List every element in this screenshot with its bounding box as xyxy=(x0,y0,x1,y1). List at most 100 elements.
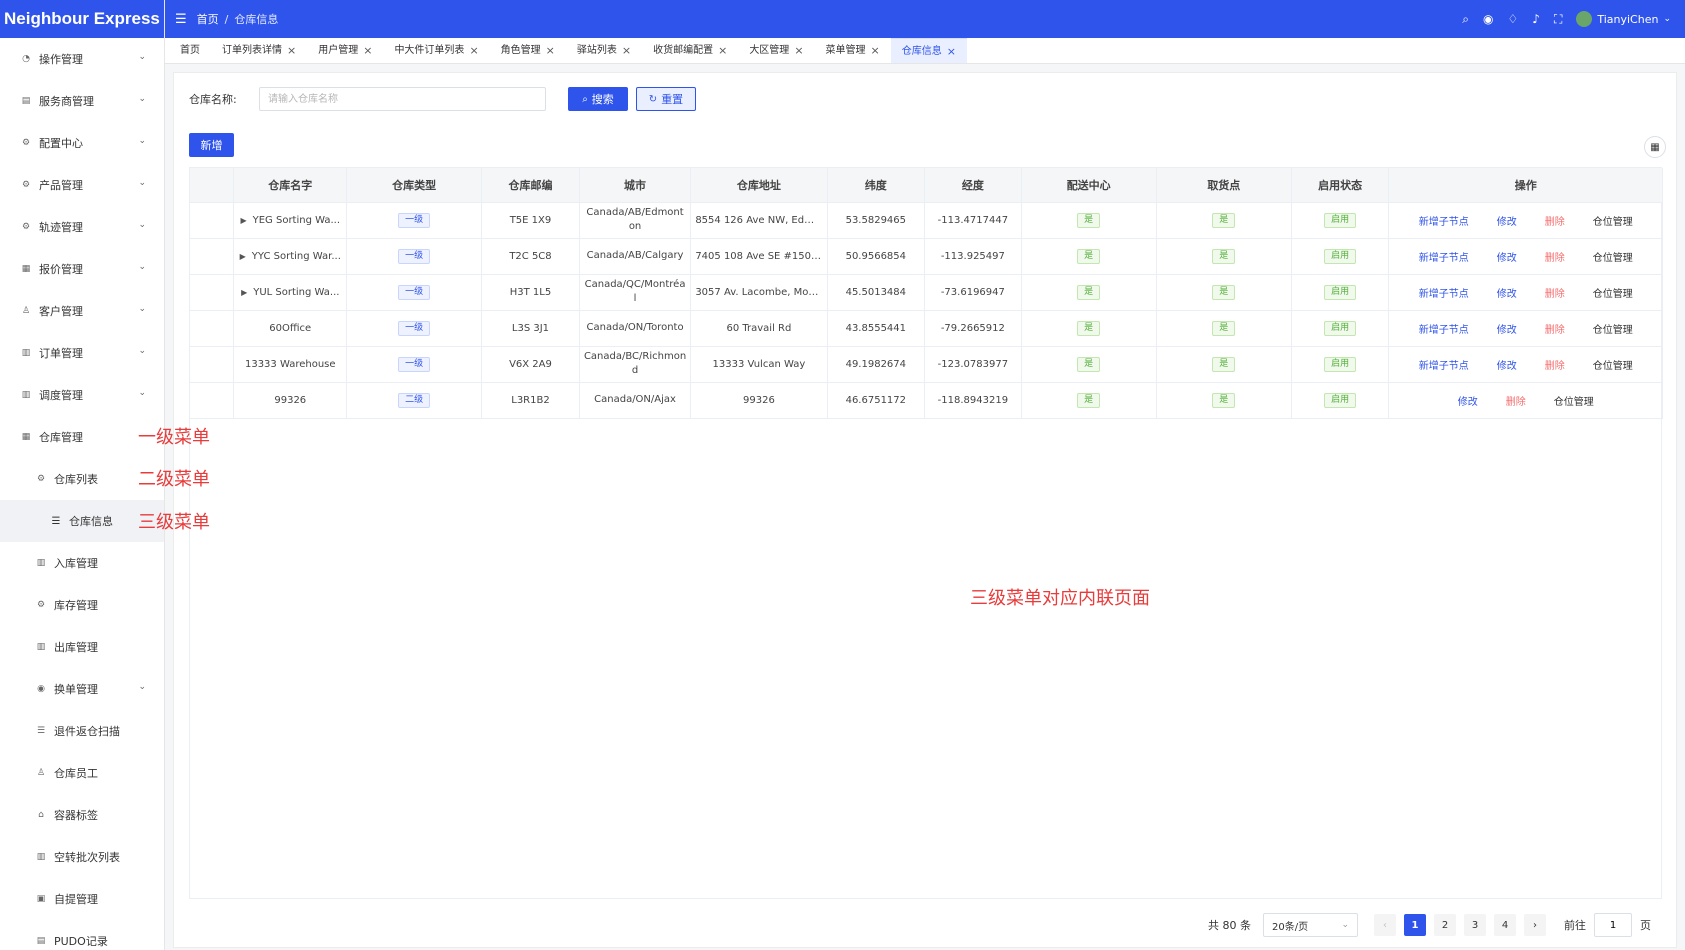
sidebar-item[interactable]: ⚙ 库存管理 xyxy=(0,584,164,626)
page-number-button[interactable]: 3 xyxy=(1464,914,1486,936)
close-icon[interactable]: × xyxy=(794,38,803,63)
tab-label: 用户管理 xyxy=(318,45,359,56)
slot-management-button[interactable]: 仓位管理 xyxy=(1593,249,1633,264)
column-settings-icon[interactable]: ▦ xyxy=(1644,136,1666,158)
close-icon[interactable]: × xyxy=(546,38,555,63)
sidebar-item[interactable]: ▥ 订单管理 ⌄ xyxy=(0,332,164,374)
edit-button[interactable]: 修改 xyxy=(1497,285,1517,300)
tab[interactable]: 菜单管理 × xyxy=(815,38,891,63)
search-icon[interactable]: ⌕ xyxy=(1462,12,1469,27)
sidebar-item[interactable]: ▥ 出库管理 xyxy=(0,626,164,668)
sidebar-item[interactable]: ☰ 退件返仓扫描 xyxy=(0,710,164,752)
search-button[interactable]: ⌕ 搜索 xyxy=(568,87,628,111)
edit-button[interactable]: 修改 xyxy=(1497,213,1517,228)
tab[interactable]: 首页 xyxy=(169,38,211,63)
tab[interactable]: 驿站列表 × xyxy=(566,38,642,63)
sidebar-item[interactable]: ⚙ 产品管理 ⌄ xyxy=(0,164,164,206)
warehouse-type-tag: 一级 xyxy=(398,284,431,300)
gear-icon: ⚙ xyxy=(21,222,31,232)
tab[interactable]: 仓库信息 × xyxy=(890,38,967,64)
edit-button[interactable]: 修改 xyxy=(1497,249,1517,264)
add-child-node-button[interactable]: 新增子节点 xyxy=(1419,321,1469,336)
user-menu[interactable]: TianyiChen ⌄ xyxy=(1576,11,1671,27)
sidebar-item[interactable]: ♙ 仓库员工 xyxy=(0,752,164,794)
sidebar-item[interactable]: ▤ 服务商管理 ⌄ xyxy=(0,80,164,122)
tab[interactable]: 大区管理 × xyxy=(738,38,814,63)
slot-management-button[interactable]: 仓位管理 xyxy=(1593,213,1633,228)
pickup-tag: 是 xyxy=(1212,212,1236,228)
sidebar-item[interactable]: ▥ 调度管理 ⌄ xyxy=(0,374,164,416)
sidebar-item[interactable]: ▦ 报价管理 ⌄ xyxy=(0,248,164,290)
tab[interactable]: 角色管理 × xyxy=(490,38,566,63)
page-number-button[interactable]: 1 xyxy=(1404,914,1426,936)
sidebar-item[interactable]: ⚙ 配置中心 ⌄ xyxy=(0,122,164,164)
sidebar-item[interactable]: ◉ 换单管理 ⌄ xyxy=(0,668,164,710)
close-icon[interactable]: × xyxy=(622,38,631,63)
add-child-node-button[interactable]: 新增子节点 xyxy=(1419,249,1469,264)
add-button[interactable]: 新增 xyxy=(189,133,234,157)
sidebar-item[interactable]: ⌂ 容器标签 xyxy=(0,794,164,836)
tab[interactable]: 中大件订单列表 × xyxy=(383,38,489,63)
delete-button[interactable]: 删除 xyxy=(1506,393,1526,408)
page-number-button[interactable]: 2 xyxy=(1434,914,1456,936)
slot-management-button[interactable]: 仓位管理 xyxy=(1593,357,1633,372)
close-icon[interactable]: × xyxy=(718,38,727,63)
sidebar-item[interactable]: ▣ 自提管理 xyxy=(0,878,164,920)
header-actions: ⌕ ◉ ♢ ♪ ⛶ TianyiChen ⌄ xyxy=(1462,0,1671,38)
book-icon: ▥ xyxy=(36,642,46,652)
slot-management-button[interactable]: 仓位管理 xyxy=(1593,285,1633,300)
add-child-node-button[interactable]: 新增子节点 xyxy=(1419,213,1469,228)
tab[interactable]: 收货邮编配置 × xyxy=(642,38,738,63)
sidebar-item[interactable]: ⚙ 轨迹管理 ⌄ xyxy=(0,206,164,248)
row-blank-cell xyxy=(190,274,235,311)
delete-button[interactable]: 删除 xyxy=(1545,285,1565,300)
fullscreen-icon[interactable]: ⛶ xyxy=(1554,12,1562,27)
target-icon[interactable]: ◉ xyxy=(1483,12,1493,26)
sidebar-item-label: PUDO记录 xyxy=(54,935,108,948)
operations-cell: 新增子节点 修改 删除 仓位管理 xyxy=(1388,202,1663,239)
prev-page-button[interactable]: ‹ xyxy=(1374,914,1396,936)
breadcrumb-home[interactable]: 首页 xyxy=(197,11,219,27)
expand-arrow-icon[interactable]: ▶ xyxy=(241,288,247,297)
add-child-node-button[interactable]: 新增子节点 xyxy=(1419,285,1469,300)
goto-label: 前往 xyxy=(1564,919,1586,932)
sidebar-item[interactable]: ▤ PUDO记录 xyxy=(0,920,164,950)
delete-button[interactable]: 删除 xyxy=(1545,357,1565,372)
close-icon[interactable]: × xyxy=(287,38,296,63)
warehouse-name-input[interactable] xyxy=(259,87,546,111)
delete-button[interactable]: 删除 xyxy=(1545,321,1565,336)
close-icon[interactable]: × xyxy=(469,38,478,63)
delete-button[interactable]: 删除 xyxy=(1545,249,1565,264)
warehouse-type-cell: 一级 xyxy=(346,346,483,383)
add-child-node-button[interactable]: 新增子节点 xyxy=(1419,357,1469,372)
app-logo[interactable]: Neighbour Express xyxy=(0,0,164,38)
expand-arrow-icon[interactable]: ▶ xyxy=(240,252,246,261)
page-size-select[interactable]: 20条/页 ⌄ xyxy=(1263,913,1358,937)
sidebar-item[interactable]: ◔ 操作管理 ⌄ xyxy=(0,38,164,80)
page-number-button[interactable]: 4 xyxy=(1494,914,1516,936)
close-icon[interactable]: × xyxy=(363,38,372,63)
next-page-button[interactable]: › xyxy=(1524,914,1546,936)
shirt-icon[interactable]: ♢ xyxy=(1508,12,1519,26)
edit-button[interactable]: 修改 xyxy=(1497,321,1517,336)
tab[interactable]: 用户管理 × xyxy=(307,38,383,63)
operations-cell: 新增子节点 修改 删除 仓位管理 xyxy=(1388,310,1663,347)
expand-arrow-icon[interactable]: ▶ xyxy=(240,216,246,225)
sidebar-item[interactable]: ▥ 入库管理 xyxy=(0,542,164,584)
reset-button[interactable]: ↻ 重置 xyxy=(636,87,696,111)
menu-toggle-icon[interactable]: ☰ xyxy=(175,12,187,27)
edit-button[interactable]: 修改 xyxy=(1458,393,1478,408)
slot-management-button[interactable]: 仓位管理 xyxy=(1593,321,1633,336)
slot-management-button[interactable]: 仓位管理 xyxy=(1554,393,1594,408)
sidebar-item[interactable]: ▥ 空转批次列表 xyxy=(0,836,164,878)
bell-icon[interactable]: ♪ xyxy=(1532,12,1540,26)
edit-button[interactable]: 修改 xyxy=(1497,357,1517,372)
delete-button[interactable]: 删除 xyxy=(1545,213,1565,228)
status-tag: 启用 xyxy=(1324,356,1357,372)
close-icon[interactable]: × xyxy=(871,38,880,63)
warehouse-name: 60Office xyxy=(269,322,312,334)
close-icon[interactable]: × xyxy=(947,39,956,64)
tab[interactable]: 订单列表详情 × xyxy=(211,38,307,63)
sidebar-item[interactable]: ♙ 客户管理 ⌄ xyxy=(0,290,164,332)
goto-page-input[interactable] xyxy=(1594,913,1632,937)
